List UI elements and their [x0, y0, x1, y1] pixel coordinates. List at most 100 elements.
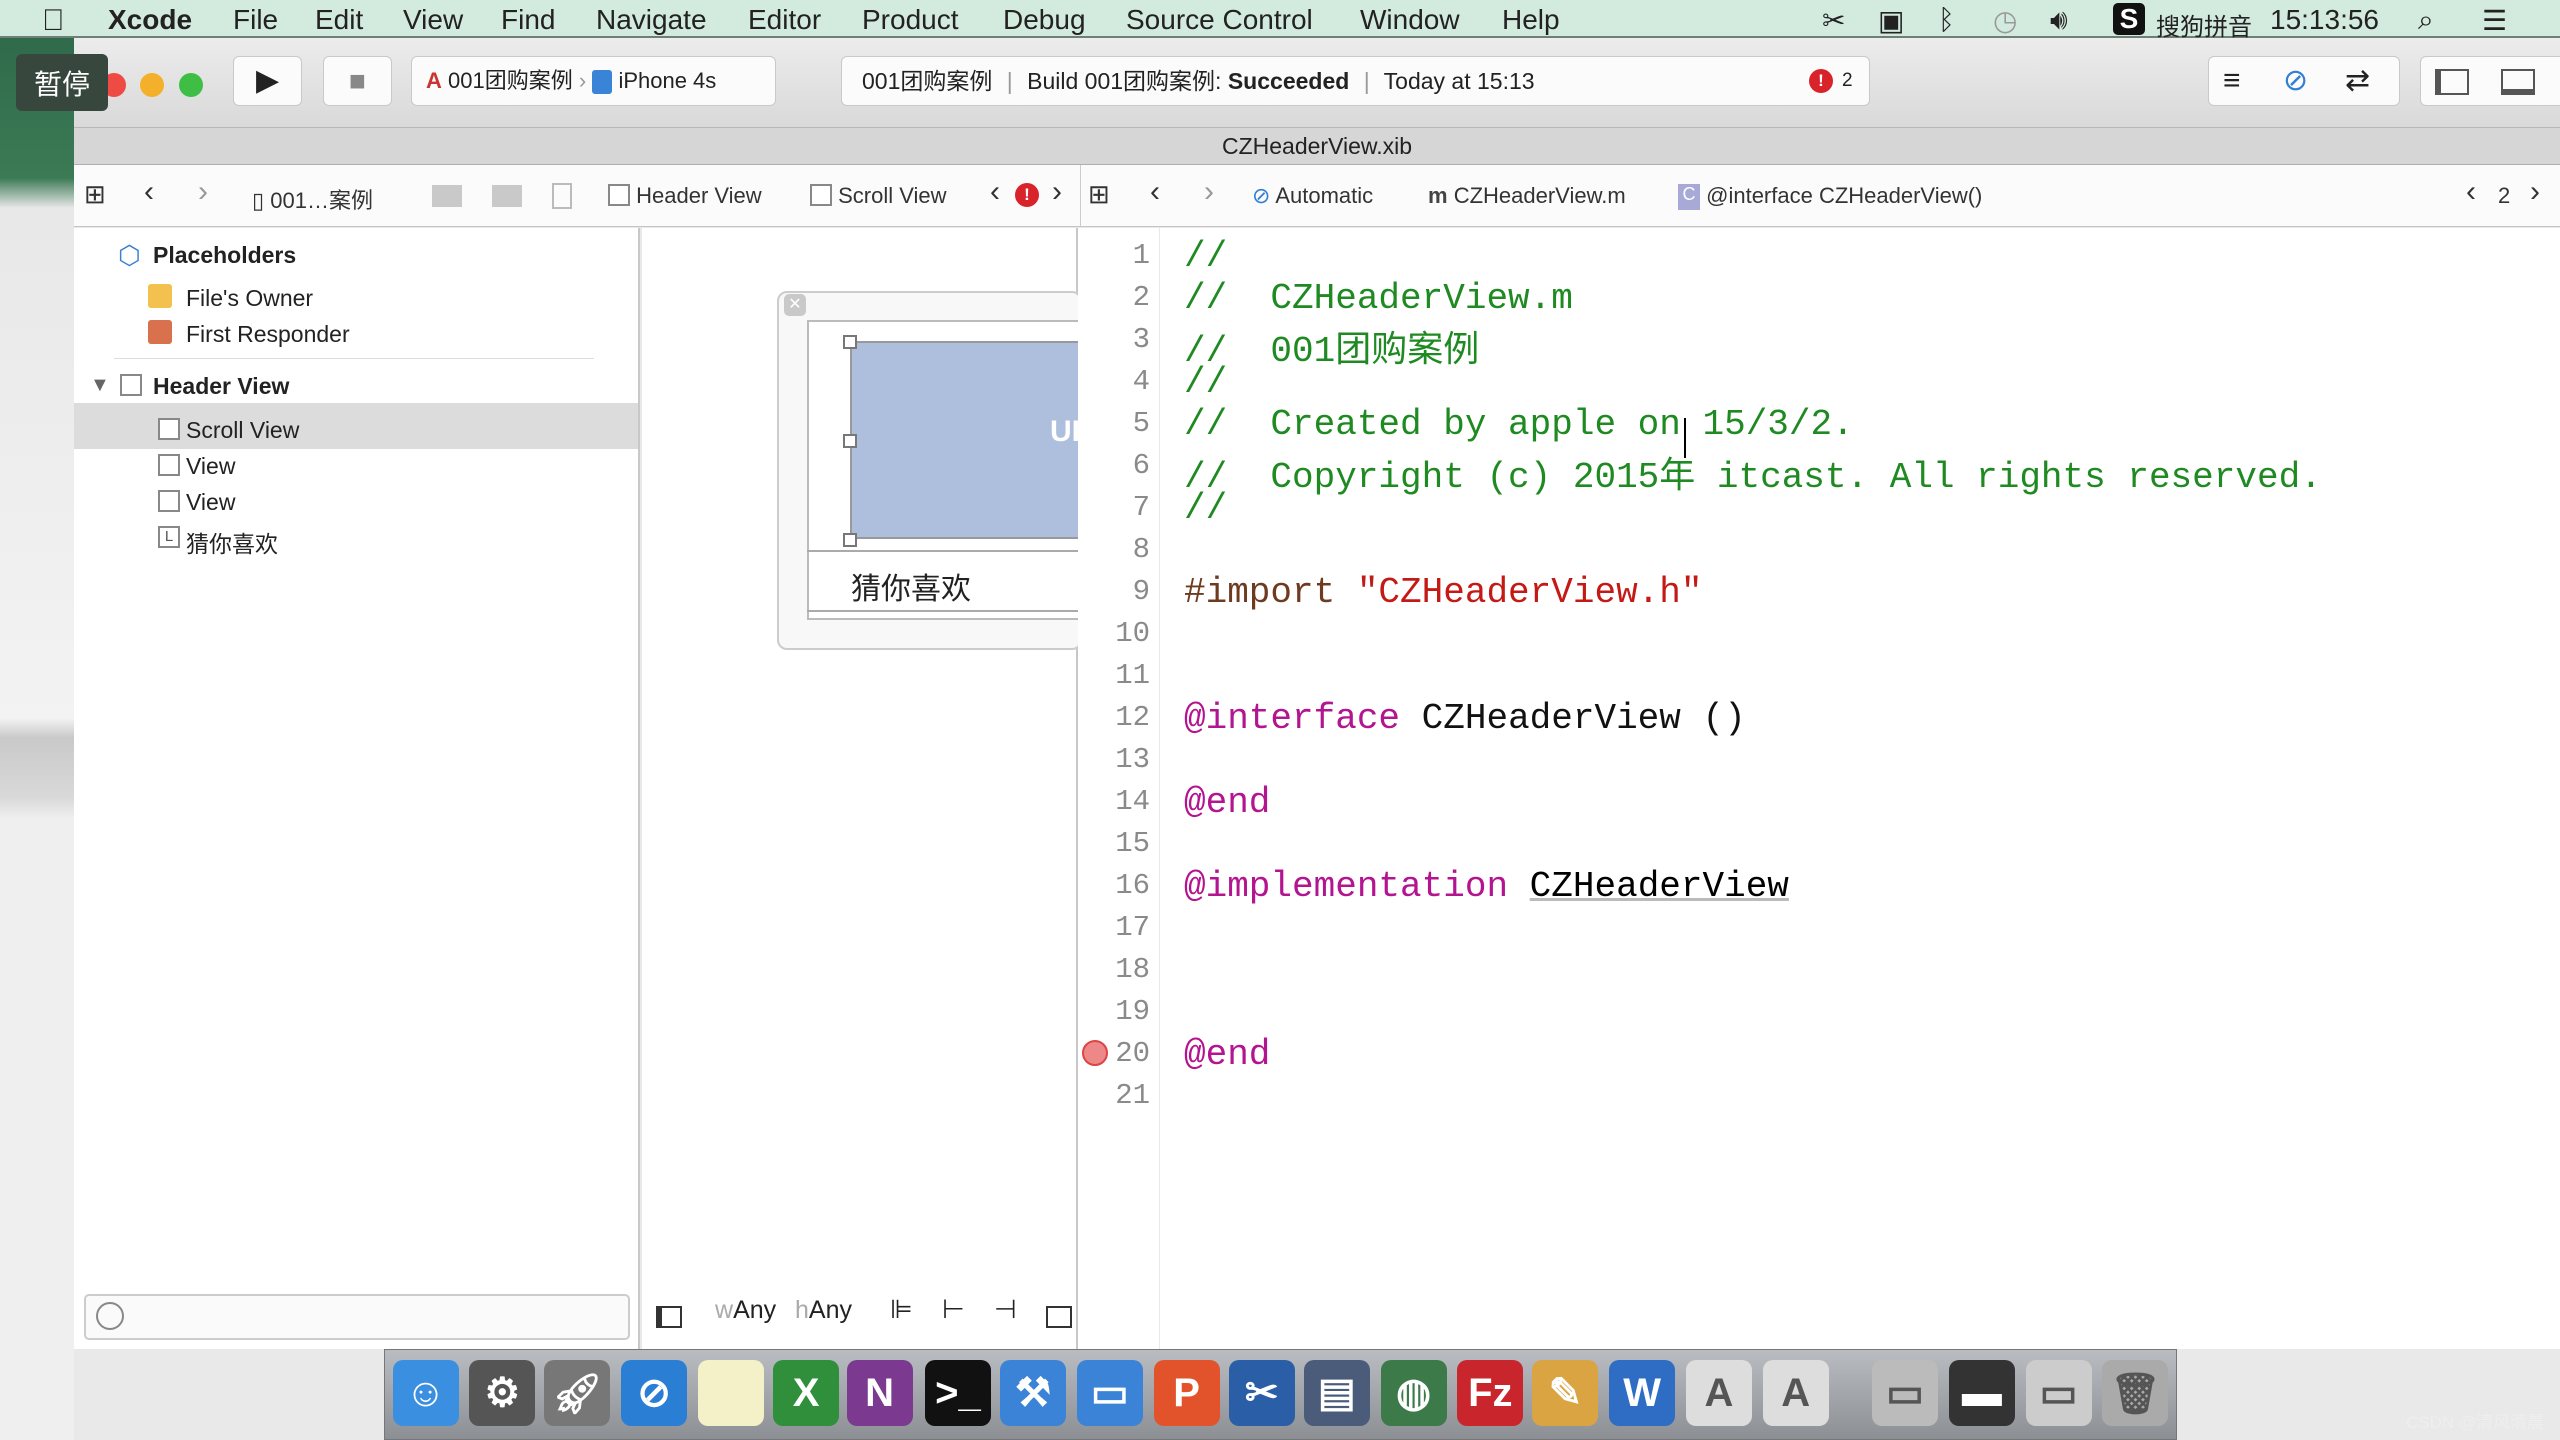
- forward-button[interactable]: ›: [198, 175, 208, 209]
- outline-item-label[interactable]: 猜你喜欢: [186, 525, 278, 559]
- debug-area-toggle-icon[interactable]: [2501, 69, 2535, 95]
- placeholders-header[interactable]: Placeholders: [153, 242, 296, 269]
- dock-app-network[interactable]: ◍: [1380, 1360, 1447, 1426]
- dock-app-simulator[interactable]: ▭: [1076, 1360, 1143, 1426]
- code-line[interactable]: // Copyright (c) 2015年 itcast. All right…: [1184, 446, 2322, 498]
- code-line[interactable]: // 001团购案例: [1184, 320, 1479, 372]
- forward-button[interactable]: ›: [1204, 175, 1214, 209]
- outline-filter-field[interactable]: [84, 1294, 630, 1340]
- stop-button[interactable]: ■: [323, 56, 392, 106]
- standard-editor-icon[interactable]: ≡: [2223, 57, 2241, 105]
- dock-app-filezilla[interactable]: Fz: [1457, 1360, 1524, 1426]
- code-line[interactable]: //: [1184, 488, 1227, 529]
- dock-app-xcode[interactable]: ⚒: [1000, 1360, 1067, 1426]
- menu-clock[interactable]: 15:13:56: [2270, 4, 2379, 36]
- align-icon[interactable]: ⊫: [890, 1294, 913, 1325]
- menu-help[interactable]: Help: [1502, 4, 1560, 36]
- code-line[interactable]: #import "CZHeaderView.h": [1184, 572, 1702, 613]
- jump-item-scroll-view[interactable]: Scroll View: [810, 183, 947, 209]
- dock-app-preview[interactable]: A: [1762, 1360, 1829, 1426]
- assistant-editor-icon[interactable]: ⊘: [2283, 57, 2308, 105]
- volume-icon[interactable]: 🔊︎: [2050, 4, 2068, 37]
- outline-item-view[interactable]: View: [186, 453, 235, 480]
- dock-app-excel[interactable]: X: [773, 1360, 840, 1426]
- zoom-window-button[interactable]: [179, 73, 203, 97]
- menu-view[interactable]: View: [403, 4, 463, 36]
- scissors-icon[interactable]: ✂: [1822, 4, 1845, 37]
- time-machine-icon[interactable]: ◷: [1993, 4, 2017, 37]
- spotlight-search-icon[interactable]: ⌕: [2418, 4, 2434, 37]
- resize-handle[interactable]: [843, 533, 857, 547]
- version-editor-icon[interactable]: ⇄: [2345, 57, 2370, 105]
- code-line[interactable]: @end: [1184, 1034, 1270, 1075]
- pause-overlay-button[interactable]: 暂停: [16, 54, 108, 111]
- input-method-label[interactable]: 搜狗拼音: [2156, 7, 2252, 42]
- folder-icon[interactable]: [492, 185, 522, 207]
- menu-edit[interactable]: Edit: [315, 4, 363, 36]
- related-items-icon[interactable]: ⊞: [84, 179, 106, 210]
- previous-counterpart-button[interactable]: ‹: [2466, 175, 2476, 209]
- resize-handle[interactable]: [843, 335, 857, 349]
- dock-app-notes[interactable]: [697, 1360, 764, 1426]
- next-issue-button[interactable]: ›: [1052, 175, 1062, 209]
- error-icon[interactable]: !: [1809, 69, 1833, 93]
- folder-icon[interactable]: [432, 185, 462, 207]
- code-line[interactable]: @implementation CZHeaderView: [1184, 866, 1789, 907]
- next-counterpart-button[interactable]: ›: [2530, 175, 2540, 209]
- resolve-issues-icon[interactable]: ⊣: [994, 1294, 1017, 1325]
- error-marker-icon[interactable]: [1082, 1040, 1108, 1066]
- scroll-view[interactable]: UI: [850, 341, 1082, 539]
- dock-app-system-preferences[interactable]: ⚙: [469, 1360, 536, 1426]
- jump-symbol[interactable]: C @interface CZHeaderView(): [1678, 183, 1982, 211]
- size-class-height[interactable]: hAny: [795, 1296, 852, 1325]
- menu-navigate[interactable]: Navigate: [596, 4, 707, 36]
- run-button[interactable]: ▶: [233, 56, 302, 106]
- code-line[interactable]: // Created by apple on 15/3/2.: [1184, 404, 1854, 445]
- disclosure-triangle-icon[interactable]: ▼: [90, 374, 110, 397]
- back-button[interactable]: ‹: [1150, 175, 1160, 209]
- dock-app-downloads[interactable]: ▭: [1872, 1360, 1939, 1426]
- dock-app-snip[interactable]: ✂: [1228, 1360, 1295, 1426]
- outline-item-first-responder[interactable]: First Responder: [186, 321, 350, 348]
- minimize-window-button[interactable]: [140, 73, 164, 97]
- dock-app-finder[interactable]: ☺: [392, 1360, 459, 1426]
- dock-app-folder[interactable]: ▭: [2025, 1360, 2092, 1426]
- dock-app-powerpoint[interactable]: P: [1153, 1360, 1220, 1426]
- code-line[interactable]: // CZHeaderView.m: [1184, 278, 1573, 319]
- xib-file-icon[interactable]: [552, 183, 572, 209]
- dock-app-launchpad[interactable]: 🚀︎: [544, 1360, 611, 1426]
- resize-handle[interactable]: [843, 434, 857, 448]
- code-line[interactable]: @interface CZHeaderView (): [1184, 698, 1746, 739]
- outline-item-view[interactable]: View: [186, 489, 235, 516]
- jump-file[interactable]: m CZHeaderView.m: [1428, 183, 1626, 209]
- apple-menu-icon[interactable]: : [42, 4, 65, 38]
- error-count[interactable]: 2: [1842, 57, 1853, 105]
- dock-app-safari[interactable]: ⊘: [621, 1360, 688, 1426]
- code-line[interactable]: @end: [1184, 782, 1270, 823]
- dock-app-trash[interactable]: 🗑︎: [2102, 1360, 2169, 1426]
- camera-icon[interactable]: ▣: [1878, 4, 1904, 37]
- jump-item-header-view[interactable]: Header View: [608, 183, 762, 209]
- dock-app-preview[interactable]: A: [1685, 1360, 1752, 1426]
- code-line[interactable]: //: [1184, 236, 1227, 277]
- pin-icon[interactable]: ⊢: [942, 1294, 965, 1325]
- menu-editor[interactable]: Editor: [748, 4, 821, 36]
- navigator-toggle-icon[interactable]: [2435, 69, 2469, 95]
- back-button[interactable]: ‹: [144, 175, 154, 209]
- dock-app-pages[interactable]: ✎: [1532, 1360, 1599, 1426]
- menu-source-control[interactable]: Source Control: [1126, 4, 1313, 36]
- menu-debug[interactable]: Debug: [1003, 4, 1086, 36]
- outline-item-scroll-view[interactable]: Scroll View: [186, 417, 299, 444]
- close-scene-icon[interactable]: ✕: [784, 294, 806, 316]
- guess-you-like-label[interactable]: 猜你喜欢: [851, 564, 971, 608]
- jump-project-item[interactable]: ▯ 001…案例: [252, 183, 373, 215]
- previous-issue-button[interactable]: ‹: [990, 175, 1000, 209]
- menu-file[interactable]: File: [233, 4, 278, 36]
- code-editor[interactable]: 1 2 3 4 5 6 7 8 9 10 11 12 13 14 15 16 17 18 19 20 21 //// C…: [1078, 228, 2560, 1349]
- scheme-selector[interactable]: A 001团购案例 › iPhone 4s: [411, 56, 776, 106]
- menu-window[interactable]: Window: [1360, 4, 1460, 36]
- size-class-width[interactable]: wAny: [715, 1296, 776, 1325]
- outline-item-files-owner[interactable]: File's Owner: [186, 285, 313, 312]
- menu-xcode[interactable]: Xcode: [108, 4, 192, 36]
- dock-app-photo-slideshow[interactable]: ▤: [1303, 1360, 1370, 1426]
